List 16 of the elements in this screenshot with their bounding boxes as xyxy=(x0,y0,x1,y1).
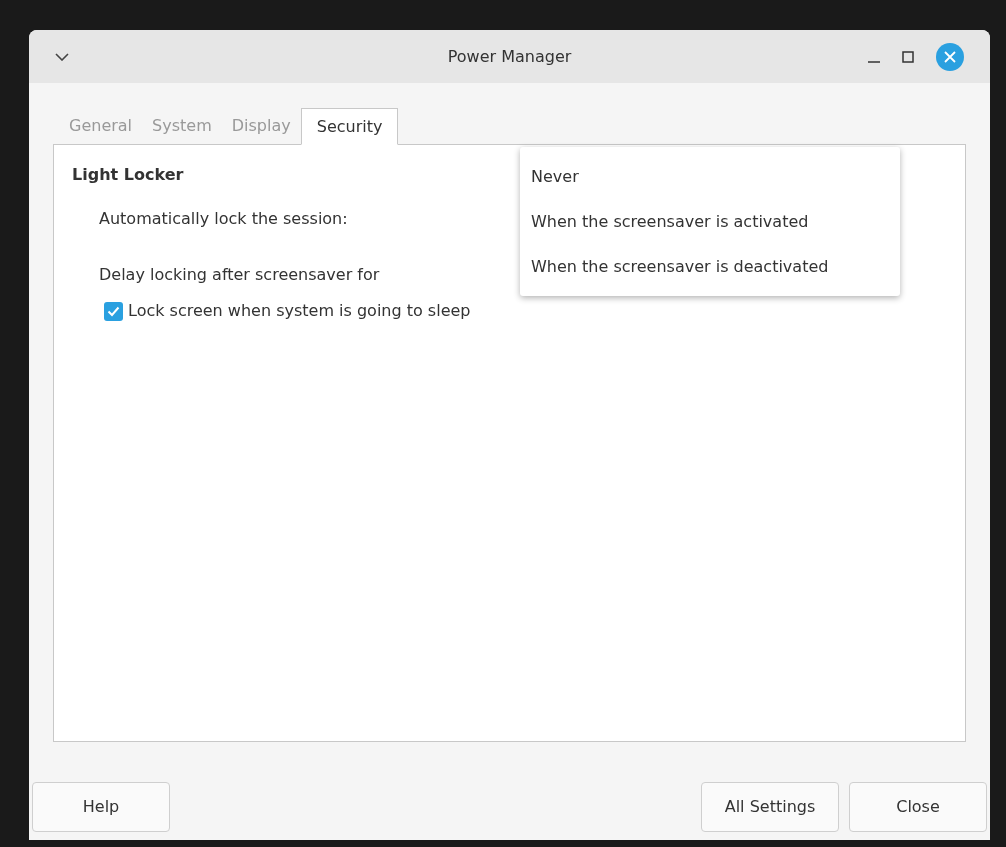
section-title: Light Locker xyxy=(72,164,184,186)
maximize-icon[interactable] xyxy=(902,50,914,63)
tab[interactable]: Security xyxy=(300,108,399,145)
menu-item[interactable]: When the screensaver is deactivated xyxy=(520,244,900,289)
setting-label: Delay locking after screensaver for xyxy=(99,264,380,286)
dialog-button[interactable]: Close xyxy=(849,782,987,832)
dialog-button[interactable]: Help xyxy=(32,782,170,832)
checkbox[interactable] xyxy=(104,301,123,321)
menu-item[interactable]: When the screensaver is activated xyxy=(520,199,900,244)
dialog-button[interactable]: All Settings xyxy=(701,782,839,832)
checkbox-label: Lock screen when system is going to sleep xyxy=(128,300,471,322)
chevron-down-icon[interactable] xyxy=(55,52,69,61)
window-title: Power Manager xyxy=(447,45,572,68)
menu-item[interactable]: Never xyxy=(520,154,900,199)
close-icon[interactable] xyxy=(936,42,964,71)
setting-label: Automatically lock the session: xyxy=(99,208,348,230)
